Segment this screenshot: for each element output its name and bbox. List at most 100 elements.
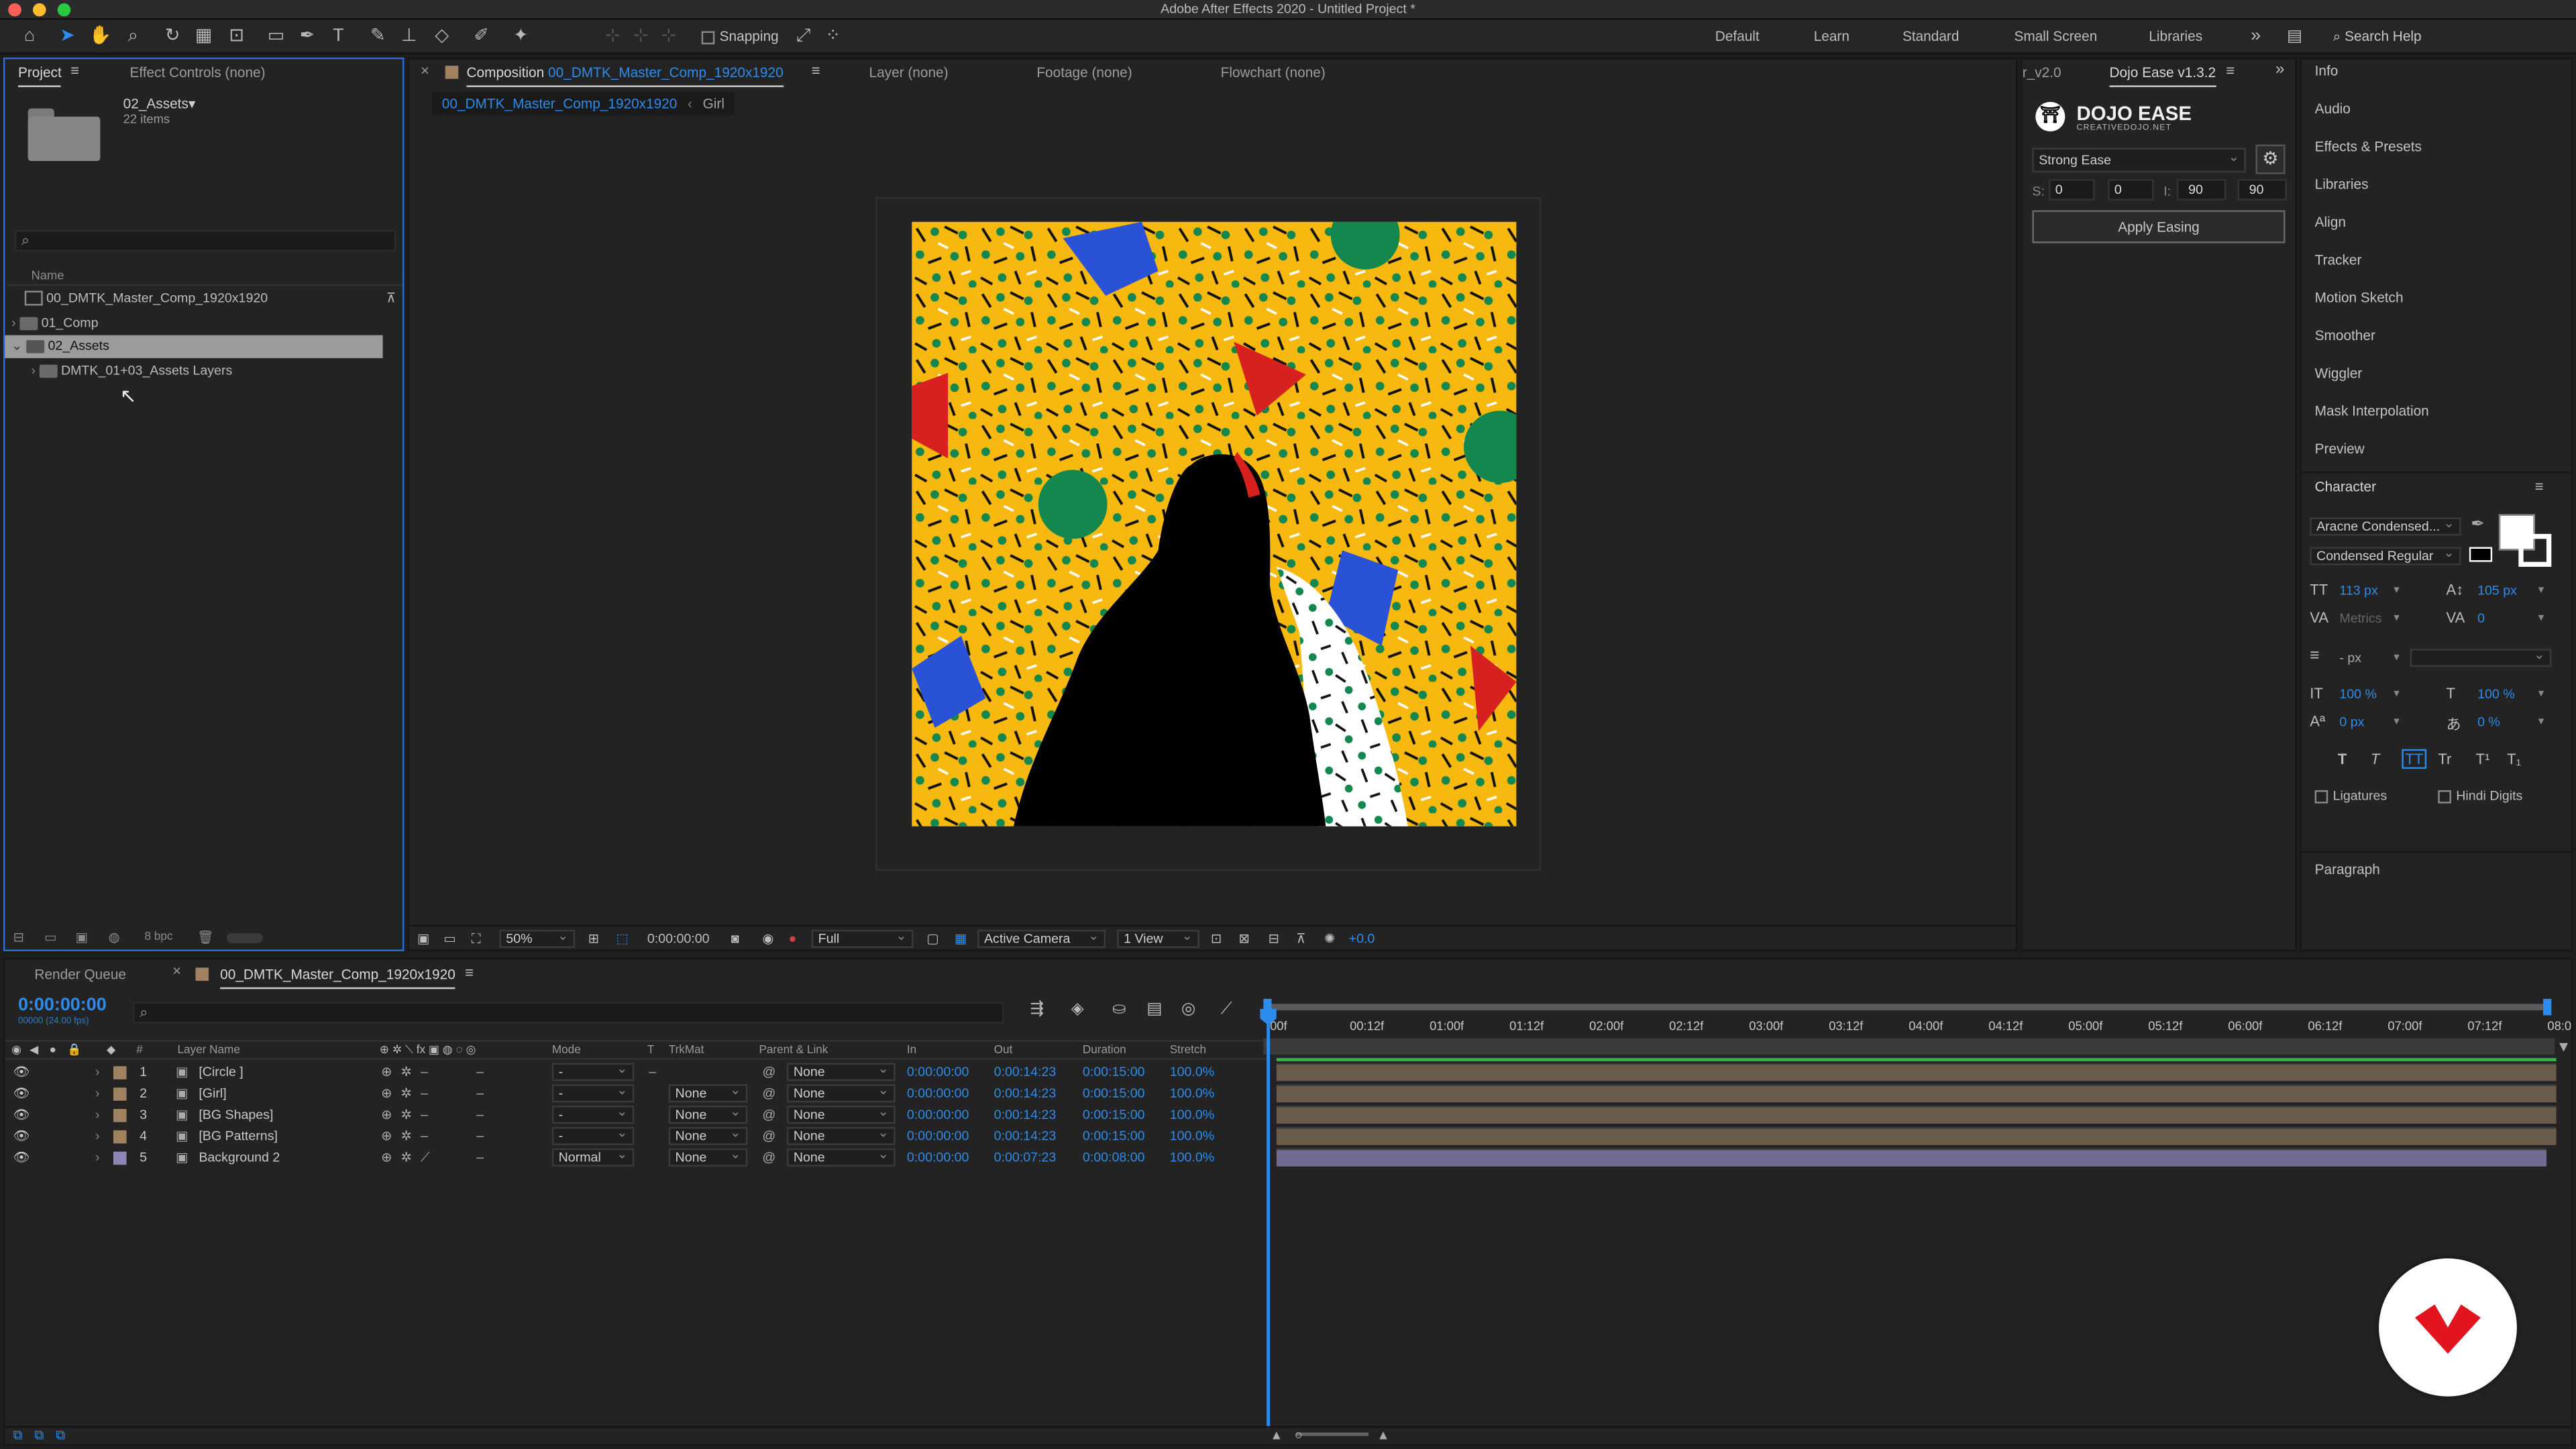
layer-duration[interactable]: 0:00:15:00: [1083, 1061, 1145, 1083]
layer-duration[interactable]: 0:00:08:00: [1083, 1146, 1145, 1168]
sidebar-item-audio[interactable]: Audio: [2315, 91, 2351, 128]
mode-header[interactable]: Mode: [552, 1042, 581, 1060]
track-matte-select[interactable]: None: [668, 1126, 748, 1145]
sidebar-item-smoother[interactable]: Smoother: [2315, 317, 2375, 355]
collapse-switch-icon[interactable]: ✲: [401, 1126, 412, 1147]
exposure-value[interactable]: +0.0: [1349, 926, 1375, 951]
chevron-right-icon[interactable]: ›: [95, 1126, 100, 1147]
tab-layer[interactable]: Layer (none): [869, 61, 949, 84]
eraser-tool-icon[interactable]: ◇: [429, 23, 455, 49]
tab-footage[interactable]: Footage (none): [1036, 61, 1132, 84]
current-timecode[interactable]: 0:00:00:00: [18, 996, 107, 1015]
quality-switch-icon[interactable]: –: [421, 1104, 428, 1126]
chevron-right-icon[interactable]: ›: [95, 1083, 100, 1104]
apply-easing-button[interactable]: Apply Easing: [2032, 210, 2286, 244]
ligatures-option[interactable]: Ligatures: [2314, 789, 2387, 804]
horizontal-scale-value[interactable]: 100 %: [2477, 687, 2515, 702]
view-layout-select[interactable]: 1 View: [1117, 928, 1199, 949]
faux-bold-button[interactable]: T: [2338, 751, 2347, 767]
motion-blur-switch-icon[interactable]: –: [476, 1083, 484, 1104]
frame-blending-icon[interactable]: ▤: [1146, 1000, 1162, 1018]
current-time-field[interactable]: 0:00:00:00: [647, 926, 710, 951]
quality-switch-icon[interactable]: –: [421, 1061, 428, 1083]
chevron-down-icon[interactable]: ⌄: [11, 338, 22, 353]
hand-tool-icon[interactable]: ✋: [87, 23, 113, 49]
tab-script-v2[interactable]: r_v2.0: [2023, 61, 2061, 84]
layer-stretch[interactable]: 100.0%: [1170, 1104, 1214, 1126]
time-zoom-slider[interactable]: [1296, 1432, 1369, 1436]
out-point[interactable]: 0:00:14:23: [994, 1126, 1057, 1147]
new-composition-icon[interactable]: ▣: [76, 930, 89, 945]
vertical-scale-value[interactable]: 100 %: [2339, 687, 2377, 702]
show-snapshot-icon[interactable]: ◉: [762, 926, 773, 951]
subscript-button[interactable]: T₁: [2507, 751, 2521, 767]
eyedropper-icon[interactable]: ✒: [2471, 516, 2485, 534]
tab-project[interactable]: Project: [17, 61, 62, 87]
pixel-aspect-icon[interactable]: ⊡: [1211, 926, 1222, 951]
pick-whip-icon[interactable]: @: [762, 1104, 775, 1126]
zoom-out-icon[interactable]: ▲: [1270, 1428, 1283, 1442]
duration-header[interactable]: Duration: [1083, 1042, 1126, 1060]
graph-editor-icon[interactable]: ⟋: [1221, 1000, 1232, 1018]
layer-duration[interactable]: 0:00:15:00: [1083, 1104, 1145, 1126]
easing-preset-select[interactable]: Strong Ease: [2032, 146, 2246, 173]
blend-mode-select[interactable]: -: [551, 1083, 635, 1103]
monitor-icon[interactable]: ▭: [443, 926, 456, 951]
workspace-learn[interactable]: Learn: [1814, 19, 1849, 54]
blend-mode-select[interactable]: -: [551, 1126, 635, 1145]
camera-view-select[interactable]: Active Camera: [977, 928, 1106, 949]
chevron-right-icon[interactable]: ›: [11, 315, 16, 330]
influence-in-input[interactable]: 90: [2176, 178, 2226, 201]
quality-switch-icon[interactable]: –: [421, 1126, 428, 1147]
sidebar-item-info[interactable]: Info: [2315, 52, 2339, 90]
layer-number-header[interactable]: #: [136, 1042, 143, 1060]
chevron-down-icon[interactable]: ▾: [2394, 687, 2400, 700]
selection-tool-icon[interactable]: ➤: [54, 23, 80, 49]
sidebar-item-motion-sketch[interactable]: Motion Sketch: [2315, 279, 2404, 317]
workspace-edit-icon[interactable]: ▤: [2287, 19, 2302, 54]
project-settings-icon[interactable]: ◍: [109, 930, 120, 945]
workspace-default[interactable]: Default: [1715, 19, 1760, 54]
breadcrumb-item-girl[interactable]: Girl: [703, 95, 724, 111]
transparency-grid-icon[interactable]: ⬚: [616, 926, 629, 951]
chevron-down-icon[interactable]: ▾: [2394, 583, 2400, 596]
search-help-field[interactable]: ⌕ Search Help: [2333, 26, 2563, 48]
mask-visibility-icon[interactable]: ⛶: [472, 926, 481, 951]
in-point[interactable]: 0:00:00:00: [907, 1061, 969, 1083]
timeline-search-input[interactable]: ⌕: [133, 1002, 1004, 1024]
draft-3d-icon[interactable]: ◈: [1071, 1000, 1084, 1018]
comp-marker-bin-icon[interactable]: ▼: [2557, 1038, 2571, 1055]
new-folder-icon[interactable]: ▭: [44, 930, 57, 945]
layer-duration-bar[interactable]: [1276, 1148, 2546, 1167]
zoom-slider-knob-icon[interactable]: ○: [1295, 1428, 1303, 1442]
out-point[interactable]: 0:00:14:23: [994, 1104, 1057, 1126]
shy-switch-icon[interactable]: ⊕: [381, 1146, 392, 1168]
chevron-right-icon[interactable]: ›: [95, 1061, 100, 1083]
kerning-value[interactable]: Metrics: [2339, 611, 2381, 626]
project-item-01-comp[interactable]: › 01_Comp: [5, 312, 402, 335]
sidebar-item-tracker[interactable]: Tracker: [2315, 241, 2362, 279]
resolution-select[interactable]: Full: [811, 928, 914, 949]
chevron-down-icon[interactable]: ▾: [2538, 611, 2544, 624]
shy-switch-icon[interactable]: ⊕: [381, 1083, 392, 1104]
composition-mini-flowchart-icon[interactable]: ⇶: [1030, 1000, 1044, 1018]
playhead[interactable]: [1267, 1008, 1271, 1428]
snapshot-camera-icon[interactable]: ◙: [731, 926, 739, 951]
pick-whip-icon[interactable]: @: [762, 1126, 775, 1147]
motion-blur-switch-icon[interactable]: –: [476, 1061, 484, 1083]
ligatures-checkbox[interactable]: [2314, 790, 2328, 804]
layer-name[interactable]: [Circle ]: [199, 1061, 243, 1083]
pen-tool-icon[interactable]: ✒: [294, 23, 320, 49]
collapse-switch-icon[interactable]: ✲: [401, 1083, 412, 1104]
tab-dojo-ease[interactable]: Dojo Ease v1.3.2: [2109, 61, 2216, 87]
workspace-libraries[interactable]: Libraries: [2149, 19, 2202, 54]
transfer-controls-icon[interactable]: ⧉: [34, 1428, 44, 1444]
chevron-down-icon[interactable]: ▾: [2538, 714, 2544, 728]
snap-features-icon[interactable]: ⁘: [820, 23, 846, 49]
motion-blur-switch-icon[interactable]: –: [476, 1126, 484, 1147]
small-caps-button[interactable]: Tr: [2438, 751, 2451, 767]
thumbnail-slider[interactable]: [226, 933, 263, 943]
layer-row[interactable]: 👁›4▣[BG Patterns]⊕✲––-None@None0:00:00:0…: [5, 1126, 1267, 1147]
black-white-swatch[interactable]: [2469, 547, 2493, 562]
color-channels-icon[interactable]: ●: [789, 926, 797, 951]
